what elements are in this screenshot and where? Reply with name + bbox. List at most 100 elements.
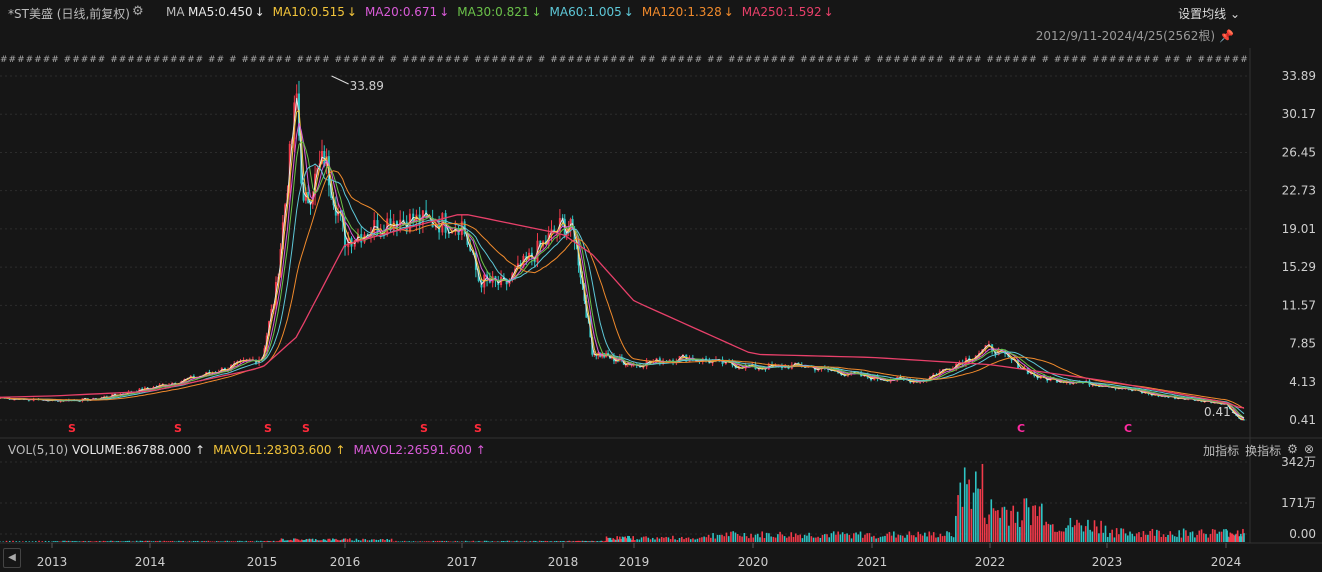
volume-bar bbox=[2, 541, 5, 543]
vol-item: VOLUME:86788.000 ↑ bbox=[72, 443, 206, 457]
volume-bar bbox=[108, 541, 110, 542]
volume-bar bbox=[559, 541, 562, 542]
volume-bar bbox=[707, 534, 710, 542]
volume-bar bbox=[274, 541, 277, 543]
gear-icon[interactable]: ⚙ bbox=[1287, 442, 1298, 459]
volume-bar bbox=[349, 538, 351, 542]
event-marker: S bbox=[474, 422, 482, 435]
volume-bar bbox=[678, 538, 681, 542]
volume-bar bbox=[38, 540, 40, 542]
volume-bar bbox=[1162, 534, 1165, 542]
volume-bar bbox=[324, 539, 326, 542]
volume-bar bbox=[368, 540, 371, 542]
volume-bar bbox=[311, 538, 314, 542]
volume-bar bbox=[224, 540, 226, 542]
switch-indicator-button[interactable]: 换指标 bbox=[1245, 442, 1281, 459]
volume-bar bbox=[304, 540, 306, 542]
x-tick-label: 2022 bbox=[975, 555, 1006, 569]
volume-bar bbox=[915, 537, 917, 542]
volume-bar bbox=[491, 541, 494, 542]
vol-tick-label: 0.00 bbox=[1289, 527, 1316, 541]
volume-bar bbox=[321, 540, 323, 542]
volume-bar bbox=[487, 541, 490, 542]
x-tick-label: 2019 bbox=[619, 555, 650, 569]
volume-bar bbox=[0, 541, 1, 542]
volume-bar bbox=[335, 538, 337, 542]
volume-bar bbox=[1038, 506, 1041, 542]
volume-bar bbox=[1025, 498, 1028, 542]
volume-bar bbox=[761, 531, 764, 542]
volume-bar bbox=[727, 536, 730, 542]
volume-bar bbox=[988, 514, 990, 542]
volume-bar bbox=[241, 541, 243, 542]
kline-chart[interactable]: 33.89 30.17 26.45 22.73 19.01 15.29 11.57 7.85 4… bbox=[0, 0, 1322, 572]
volume-bar bbox=[111, 540, 114, 542]
volume-bar bbox=[1115, 528, 1118, 542]
volume-bar bbox=[754, 534, 757, 542]
volume-bar bbox=[366, 540, 369, 542]
volume-bar bbox=[64, 540, 66, 542]
volume-bar bbox=[293, 538, 295, 542]
volume-bar bbox=[318, 540, 320, 542]
volume-bar bbox=[308, 538, 311, 542]
volume-bar bbox=[1008, 525, 1010, 542]
volume-bar bbox=[75, 541, 77, 542]
volume-bar bbox=[875, 538, 877, 542]
vol-legend: VOLUME:86788.000 ↑ MAVOL1:28303.600 ↑ MAVO… bbox=[72, 443, 486, 457]
volume-bar bbox=[171, 540, 174, 542]
volume-bar bbox=[516, 540, 518, 542]
volume-bar bbox=[478, 540, 480, 542]
volume-bar bbox=[512, 541, 514, 542]
volume-bar bbox=[797, 535, 799, 542]
volume-bar bbox=[937, 537, 939, 542]
volume-bar bbox=[1120, 528, 1122, 542]
volume-bar bbox=[529, 541, 531, 542]
volume-bar bbox=[983, 517, 986, 542]
volume-bar bbox=[461, 541, 463, 542]
volume-bar bbox=[504, 541, 507, 542]
scroll-left-button[interactable]: ◀ bbox=[3, 548, 21, 568]
add-indicator-button[interactable]: 加指标 bbox=[1203, 442, 1239, 459]
volume-bar bbox=[135, 540, 138, 542]
volume-bar bbox=[239, 540, 241, 542]
volume-bar bbox=[327, 538, 329, 542]
event-marker: C bbox=[1017, 422, 1025, 435]
volume-bar bbox=[336, 539, 339, 542]
volume-bar bbox=[1109, 532, 1111, 542]
volume-bar bbox=[360, 540, 362, 542]
volume-bar bbox=[979, 489, 982, 542]
volume-bar bbox=[213, 541, 216, 543]
volume-bar bbox=[353, 540, 356, 542]
volume-bar bbox=[414, 541, 417, 542]
volume-bar bbox=[18, 541, 21, 542]
volume-bar bbox=[533, 540, 535, 542]
x-tick-label: 2016 bbox=[330, 555, 361, 569]
volume-bar bbox=[750, 533, 752, 542]
volume-bar bbox=[268, 540, 270, 542]
volume-bar bbox=[489, 541, 492, 543]
volume-bar bbox=[165, 541, 168, 542]
volume-bar bbox=[1223, 529, 1225, 542]
volume-header: VOL(5,10) VOLUME:86788.000 ↑ MAVOL1:28303… bbox=[0, 440, 1322, 460]
y-tick-label: 33.89 bbox=[1282, 69, 1316, 83]
volume-bar bbox=[410, 541, 413, 543]
volume-bar bbox=[275, 541, 278, 542]
volume-bar bbox=[765, 532, 768, 542]
volume-bar bbox=[1080, 525, 1083, 542]
volume-bar bbox=[434, 541, 437, 542]
volume-bar bbox=[994, 510, 997, 542]
volume-bar bbox=[946, 531, 948, 542]
volume-bar bbox=[205, 541, 208, 542]
volume-bar bbox=[154, 541, 157, 542]
volume-bar bbox=[260, 540, 262, 542]
volume-bar bbox=[1069, 517, 1072, 542]
volume-bar bbox=[1005, 509, 1008, 542]
volume-bar bbox=[211, 541, 214, 542]
close-icon[interactable]: ⊗ bbox=[1304, 442, 1314, 459]
volume-bar bbox=[117, 541, 120, 542]
y-tick-label: 0.41 bbox=[1289, 413, 1316, 427]
volume-bar bbox=[1160, 536, 1163, 542]
volume-bar bbox=[316, 540, 319, 542]
volume-bar bbox=[1173, 536, 1176, 542]
volume-bar bbox=[819, 537, 822, 542]
